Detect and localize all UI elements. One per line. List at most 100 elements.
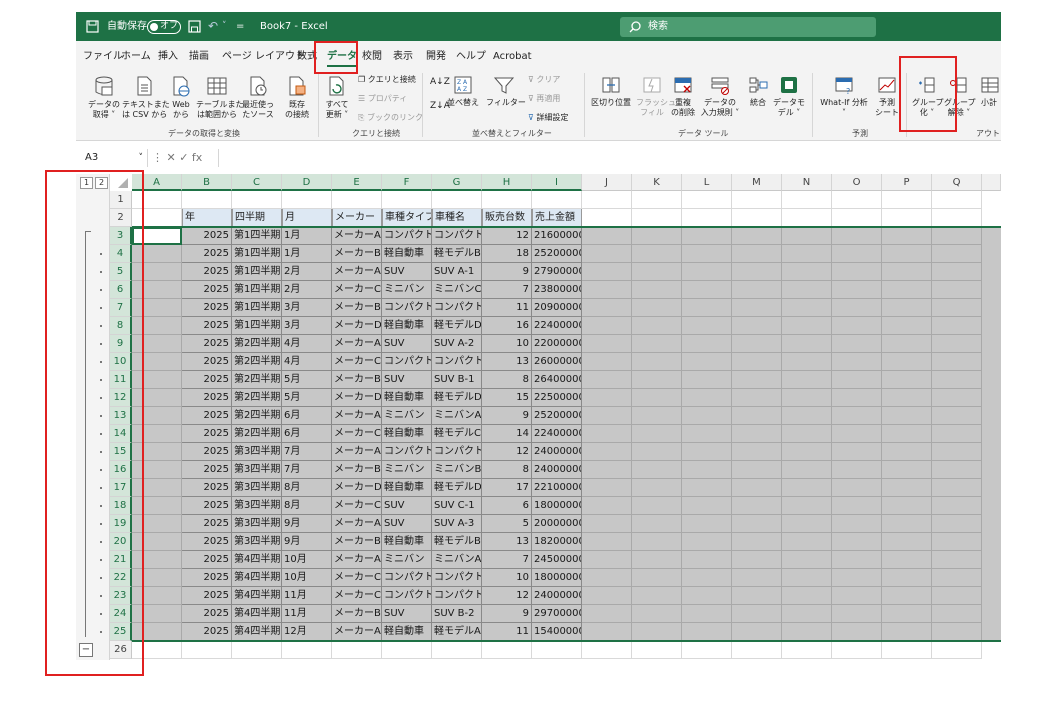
table-cell[interactable]: SUV bbox=[382, 515, 432, 533]
cell[interactable] bbox=[882, 623, 932, 641]
table-cell[interactable]: 10月 bbox=[282, 551, 332, 569]
cell[interactable] bbox=[582, 497, 632, 515]
table-cell[interactable]: コンパクト bbox=[432, 299, 482, 317]
cell[interactable] bbox=[132, 587, 182, 605]
table-cell[interactable]: 15400000 bbox=[532, 623, 582, 641]
tab-data[interactable]: データ bbox=[327, 48, 357, 67]
cell[interactable] bbox=[932, 317, 982, 335]
table-cell[interactable]: メーカーA bbox=[332, 443, 382, 461]
table-cell[interactable]: 8 bbox=[482, 371, 532, 389]
cell[interactable] bbox=[882, 605, 932, 623]
table-cell[interactable]: SUV bbox=[382, 263, 432, 281]
row-header-24[interactable]: 24 bbox=[110, 605, 132, 623]
tab-insert[interactable]: 挿入 bbox=[158, 48, 178, 66]
cell[interactable] bbox=[132, 443, 182, 461]
cell[interactable] bbox=[632, 371, 682, 389]
row-header-19[interactable]: 19 bbox=[110, 515, 132, 533]
cell[interactable] bbox=[582, 515, 632, 533]
cell[interactable] bbox=[682, 191, 732, 209]
table-cell[interactable]: 18000000 bbox=[532, 497, 582, 515]
cell[interactable] bbox=[932, 191, 982, 209]
cell[interactable] bbox=[882, 587, 932, 605]
row-header-21[interactable]: 21 bbox=[110, 551, 132, 569]
table-cell[interactable]: 8月 bbox=[282, 479, 332, 497]
tab-home[interactable]: ホーム bbox=[121, 48, 151, 66]
cell[interactable] bbox=[932, 569, 982, 587]
table-cell[interactable]: 22100000 bbox=[532, 479, 582, 497]
cell[interactable] bbox=[832, 299, 882, 317]
worksheet-grid[interactable]: 1 2 − A B C D E F G H I J K L M N O P Q 1 2 3 4 5 6 7 8 9 10 11 12 13… bbox=[76, 174, 1001, 660]
table-cell[interactable]: 7 bbox=[482, 551, 532, 569]
formula-input[interactable] bbox=[218, 149, 1001, 167]
cell[interactable] bbox=[132, 191, 182, 209]
collapse-group-button[interactable]: − bbox=[79, 643, 93, 657]
cell[interactable] bbox=[682, 587, 732, 605]
formula-actions-icon[interactable]: ⋮ ✕ ✓ fx bbox=[152, 149, 202, 167]
cell[interactable] bbox=[882, 569, 932, 587]
cell[interactable] bbox=[732, 335, 782, 353]
cell[interactable] bbox=[882, 389, 932, 407]
cell[interactable] bbox=[782, 209, 832, 227]
save-file-icon[interactable] bbox=[86, 20, 99, 33]
cell[interactable] bbox=[732, 605, 782, 623]
group-button[interactable]: グループ 化 ˅ bbox=[912, 75, 944, 118]
cell[interactable] bbox=[932, 371, 982, 389]
table-cell[interactable]: 11 bbox=[482, 299, 532, 317]
cell[interactable] bbox=[732, 497, 782, 515]
cell[interactable] bbox=[582, 371, 632, 389]
cell[interactable] bbox=[782, 335, 832, 353]
cell[interactable] bbox=[632, 533, 682, 551]
cell[interactable] bbox=[832, 461, 882, 479]
cell[interactable] bbox=[632, 389, 682, 407]
cell[interactable] bbox=[132, 497, 182, 515]
table-cell[interactable]: メーカーD bbox=[332, 479, 382, 497]
tab-help[interactable]: ヘルプ bbox=[456, 48, 486, 66]
cell[interactable] bbox=[932, 335, 982, 353]
cell[interactable] bbox=[682, 461, 732, 479]
reapply-button[interactable]: ⊽ 再適用 bbox=[528, 93, 560, 104]
cell[interactable] bbox=[632, 263, 682, 281]
row-header-17[interactable]: 17 bbox=[110, 479, 132, 497]
cell[interactable] bbox=[582, 389, 632, 407]
outline-level-1-button[interactable]: 1 bbox=[80, 177, 93, 189]
cell[interactable] bbox=[682, 407, 732, 425]
cell[interactable] bbox=[732, 443, 782, 461]
cell[interactable] bbox=[632, 425, 682, 443]
cell[interactable] bbox=[632, 641, 682, 659]
cell[interactable] bbox=[832, 407, 882, 425]
cell[interactable] bbox=[832, 641, 882, 659]
table-cell[interactable]: メーカーC bbox=[332, 569, 382, 587]
cell[interactable] bbox=[732, 425, 782, 443]
cell[interactable] bbox=[432, 191, 482, 209]
cell[interactable] bbox=[882, 299, 932, 317]
cell[interactable] bbox=[132, 515, 182, 533]
table-cell[interactable]: コンパクト bbox=[432, 443, 482, 461]
table-cell[interactable]: 4月 bbox=[282, 335, 332, 353]
cell[interactable] bbox=[932, 641, 982, 659]
undo-icon[interactable]: ↶ bbox=[208, 12, 218, 41]
table-cell[interactable]: 4月 bbox=[282, 353, 332, 371]
cell[interactable] bbox=[782, 425, 832, 443]
cell[interactable] bbox=[682, 335, 732, 353]
column-header-K[interactable]: K bbox=[632, 174, 682, 191]
table-cell[interactable]: 9月 bbox=[282, 515, 332, 533]
table-cell[interactable]: コンパクト bbox=[432, 227, 482, 245]
table-cell[interactable]: コンパクト bbox=[432, 587, 482, 605]
cell[interactable] bbox=[882, 497, 932, 515]
customize-qat-icon[interactable]: = bbox=[236, 12, 244, 41]
cell[interactable] bbox=[732, 245, 782, 263]
table-cell[interactable]: 2025 bbox=[182, 461, 232, 479]
table-cell[interactable]: 第3四半期 bbox=[232, 515, 282, 533]
table-cell[interactable]: 第1四半期 bbox=[232, 317, 282, 335]
table-cell[interactable]: 2025 bbox=[182, 353, 232, 371]
table-cell[interactable]: 6 bbox=[482, 497, 532, 515]
table-cell[interactable]: 軽モデルB bbox=[432, 245, 482, 263]
table-cell[interactable]: コンパクト bbox=[382, 443, 432, 461]
cell[interactable] bbox=[682, 245, 732, 263]
table-cell[interactable]: 11月 bbox=[282, 587, 332, 605]
row-header-14[interactable]: 14 bbox=[110, 425, 132, 443]
table-cell[interactable]: 2025 bbox=[182, 533, 232, 551]
table-cell[interactable]: 25200000 bbox=[532, 245, 582, 263]
cell[interactable] bbox=[782, 533, 832, 551]
cell[interactable] bbox=[732, 191, 782, 209]
